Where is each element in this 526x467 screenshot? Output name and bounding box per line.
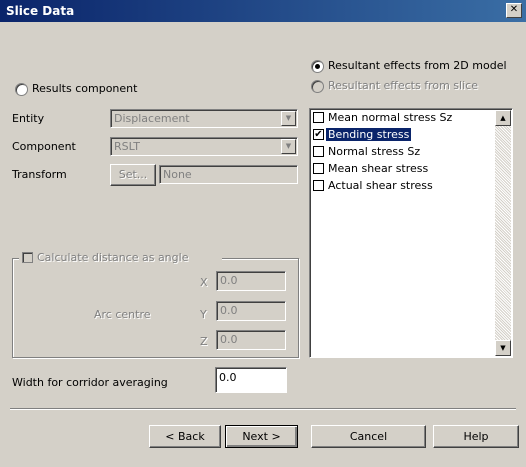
list-item-label: Mean shear stress [328,162,429,175]
transform-label: Transform [12,168,67,181]
entity-value: Displacement [114,112,190,125]
list-item-label: Normal stress Sz [328,145,421,158]
help-button[interactable]: Help [433,425,519,448]
x-field[interactable]: 0.0 [216,271,286,291]
list-item[interactable]: Mean normal stress Sz [313,110,491,126]
resultant-slice-radio[interactable] [311,80,324,93]
y-field[interactable]: 0.0 [216,301,286,321]
chevron-down-icon[interactable]: ▼ [281,139,296,154]
entity-select[interactable]: Displacement ▼ [110,109,298,128]
component-label: Component [12,140,76,153]
scroll-down-icon[interactable]: ▼ [495,340,511,356]
component-select[interactable]: RSLT ▼ [110,137,298,156]
title-bar: Slice Data ✕ [0,0,526,22]
arc-centre-label: Arc centre [94,308,151,321]
x-label: X [200,276,208,289]
arc-group-label: Calculate distance as angle [37,251,189,264]
list-item[interactable]: Actual shear stress [313,178,491,194]
resultant-2d-label: Resultant effects from 2D model [328,59,507,72]
cancel-button[interactable]: Cancel [311,425,426,448]
list-item[interactable]: Normal stress Sz [313,144,491,160]
results-component-radio[interactable] [15,83,28,96]
effects-listbox[interactable]: Mean normal stress Sz ✔ Bending stress N… [309,108,513,358]
separator-line [10,408,516,410]
angle-checkbox[interactable] [22,252,33,263]
window-title: Slice Data [6,4,75,18]
list-item-label: Bending stress [326,128,412,141]
resultant-slice-label: Resultant effects from slice [328,79,478,92]
list-scrollbar[interactable]: ▲ ▼ [495,110,511,356]
list-item-label: Actual shear stress [328,179,433,192]
list-item-checkbox[interactable]: ✔ [313,129,324,140]
list-item-checkbox[interactable] [313,163,324,174]
list-item-checkbox[interactable] [313,146,324,157]
transform-set-button[interactable]: Set... [110,164,156,186]
list-item-label: Mean normal stress Sz [328,111,453,124]
list-item[interactable]: Mean shear stress [313,161,491,177]
z-label: Z [200,335,208,348]
z-field[interactable]: 0.0 [216,330,286,350]
list-item-checkbox[interactable] [313,180,324,191]
radio-selected-dot [315,64,320,69]
resultant-2d-radio[interactable] [311,60,324,73]
close-icon[interactable]: ✕ [506,3,522,18]
scroll-up-icon[interactable]: ▲ [495,110,511,126]
list-item[interactable]: ✔ Bending stress [313,127,491,143]
component-value: RSLT [114,140,140,153]
entity-label: Entity [12,112,45,125]
corridor-width-label: Width for corridor averaging [12,376,168,389]
results-component-label: Results component [32,82,138,95]
corridor-width-input[interactable]: 0.0 [215,367,287,393]
chevron-down-icon[interactable]: ▼ [281,111,296,126]
transform-value-field: None [159,165,298,184]
back-button[interactable]: < Back [149,425,221,448]
y-label: Y [200,308,207,321]
arc-group-header: Calculate distance as angle [19,250,222,266]
list-item-checkbox[interactable] [313,112,324,123]
next-button[interactable]: Next > [225,425,298,448]
